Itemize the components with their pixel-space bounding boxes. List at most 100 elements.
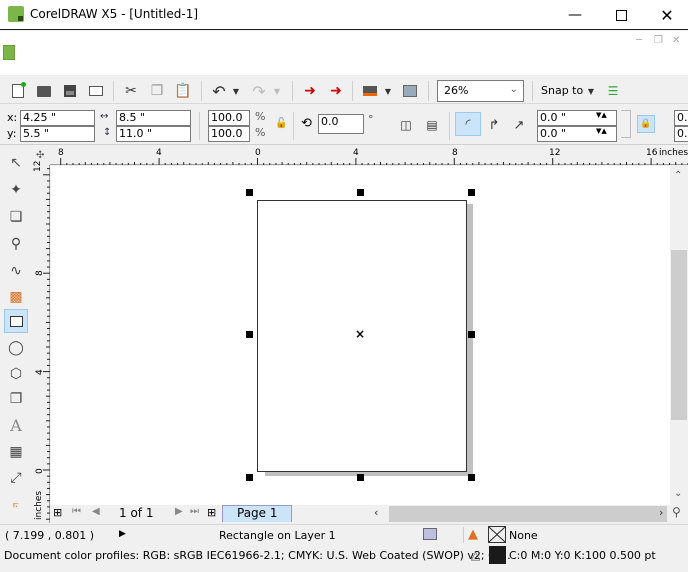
status-expand-button[interactable]: ▶ xyxy=(119,529,126,539)
cut-button[interactable]: ✂ xyxy=(120,80,142,102)
maximize-icon xyxy=(615,9,627,21)
open-button[interactable] xyxy=(33,80,55,102)
zoom-navigator-icon: ⚲ xyxy=(672,505,681,519)
selection-handle-bottom-center[interactable] xyxy=(357,474,364,481)
selection-handle-bottom-left[interactable] xyxy=(246,474,253,481)
add-page-after-button[interactable]: ⊞ xyxy=(207,506,216,519)
ruler-h-tick-label: 12 xyxy=(549,148,561,158)
ruler-h-tick-label: 4 xyxy=(353,148,359,158)
ruler-h-tick-label: 4 xyxy=(156,148,162,158)
rectangle-tool[interactable] xyxy=(4,309,28,333)
close-button[interactable]: ✕ xyxy=(644,0,688,30)
add-page-before-button[interactable]: ⊞ xyxy=(53,506,62,519)
y-position-input[interactable]: 5.5 " xyxy=(20,126,95,142)
corner-radius-bottom-right-input[interactable]: 0. xyxy=(674,126,688,142)
mirror-vertical-icon: ▤ xyxy=(426,118,438,132)
selection-handle-middle-right[interactable] xyxy=(468,331,475,338)
scroll-up-icon[interactable]: ⌃ xyxy=(674,170,682,181)
horizontal-scroll-thumb[interactable] xyxy=(389,506,667,522)
redo-button[interactable]: ↷ xyxy=(248,80,270,102)
snap-to-button[interactable]: Snap to xyxy=(541,84,583,97)
rotation-input[interactable]: 0.0 xyxy=(318,114,364,134)
new-document-button[interactable] xyxy=(7,80,29,102)
zoom-tool[interactable]: ⚲ xyxy=(4,232,28,256)
doc-minimize-button[interactable]: ─ xyxy=(636,35,642,46)
scale-y-input[interactable]: 100.0 xyxy=(208,126,250,142)
mirror-vertical-button[interactable]: ▤ xyxy=(421,114,443,136)
round-corner-button[interactable]: ◜ xyxy=(455,112,481,136)
options-button[interactable]: ☰ xyxy=(602,80,624,102)
application-launcher-button[interactable] xyxy=(359,80,381,102)
spinner-down-icon[interactable]: ▼▲ xyxy=(596,111,607,119)
table-tool[interactable]: ▦ xyxy=(4,440,28,464)
scalloped-corner-button[interactable]: ↱ xyxy=(483,114,505,136)
maximize-button[interactable] xyxy=(598,0,644,30)
outline-swatch[interactable] xyxy=(489,546,506,564)
drawing-canvas[interactable]: × xyxy=(51,166,670,505)
page-tab[interactable]: Page 1 xyxy=(222,505,292,522)
undo-button[interactable]: ↶ xyxy=(208,80,230,102)
lock-corners-button[interactable]: 🔒 xyxy=(637,115,655,133)
last-page-button[interactable]: ⏭ xyxy=(190,506,199,517)
chamfered-corner-button[interactable]: ↗ xyxy=(508,114,530,136)
doc-restore-button[interactable]: ❐ xyxy=(654,35,663,46)
welcome-screen-button[interactable] xyxy=(399,80,421,102)
color-proof-button[interactable] xyxy=(423,528,437,540)
dimension-tool[interactable]: ⤢ xyxy=(4,466,28,490)
ellipse-tool[interactable]: ◯ xyxy=(4,336,28,360)
text-tool[interactable]: A xyxy=(4,413,28,437)
scroll-right-icon[interactable]: › xyxy=(659,506,663,519)
height-input[interactable]: 11.0 " xyxy=(116,126,191,142)
selection-handle-top-right[interactable] xyxy=(468,189,475,196)
round-corner-icon: ◜ xyxy=(465,116,471,132)
shape-tool[interactable]: ✦ xyxy=(4,178,28,202)
selection-handle-top-left[interactable] xyxy=(246,189,253,196)
selection-handle-middle-left[interactable] xyxy=(246,331,253,338)
previous-page-button[interactable]: ◀ xyxy=(92,506,100,517)
pick-tool[interactable]: ↖ xyxy=(4,151,28,175)
paste-button[interactable]: 📋 xyxy=(172,80,194,102)
snap-to-dropdown[interactable]: ▼ xyxy=(584,80,598,102)
outline-pen-icon: △ xyxy=(471,548,481,562)
application-launcher-dropdown[interactable]: ▼ xyxy=(381,80,395,102)
save-button[interactable] xyxy=(59,80,81,102)
smart-fill-tool[interactable]: ▩ xyxy=(4,285,28,309)
scroll-down-icon[interactable]: ⌄ xyxy=(674,488,682,499)
scale-x-input[interactable]: 100.0 xyxy=(208,110,250,126)
zoom-navigator-button[interactable]: ⚲ xyxy=(672,505,681,519)
color-profiles-info[interactable]: Document color profiles: RGB: sRGB IEC61… xyxy=(4,549,511,562)
first-page-button[interactable]: ⏮ xyxy=(72,506,81,517)
ruler-v-tick-text: 8 xyxy=(35,270,45,276)
selection-handle-top-center[interactable] xyxy=(357,189,364,196)
import-button[interactable]: ➜ xyxy=(299,80,321,102)
ruler-h-tick-label: 8 xyxy=(58,148,64,158)
fill-swatch[interactable] xyxy=(488,526,506,543)
freehand-tool[interactable]: ∿ xyxy=(4,259,28,283)
basic-shapes-tool[interactable]: ❐ xyxy=(4,387,28,411)
horizontal-ruler[interactable] xyxy=(50,147,688,165)
crop-tool[interactable]: ❏ xyxy=(4,205,28,229)
polygon-tool[interactable]: ⬡ xyxy=(4,362,28,386)
minimize-button[interactable]: — xyxy=(552,0,598,30)
pointer-icon: ↖ xyxy=(10,155,22,171)
document-icon[interactable] xyxy=(3,45,15,60)
x-position-input[interactable]: 4.25 " xyxy=(20,110,95,126)
export-button[interactable]: ➜ xyxy=(325,80,347,102)
selection-handle-bottom-right[interactable] xyxy=(468,474,475,481)
copy-button[interactable]: ❐ xyxy=(146,80,168,102)
mirror-horizontal-button[interactable]: ◫ xyxy=(395,114,417,136)
spinner-up-icon[interactable]: ▼▲ xyxy=(596,127,607,135)
print-button[interactable] xyxy=(85,80,107,102)
next-page-button[interactable]: ▶ xyxy=(175,506,183,517)
add-page-icon: ⊞ xyxy=(207,506,217,519)
undo-dropdown[interactable]: ▼ xyxy=(229,80,243,102)
lock-ratio-button[interactable]: 🔓 xyxy=(275,118,287,129)
vertical-scroll-thumb[interactable] xyxy=(671,250,687,420)
connector-tool[interactable]: ⟔ xyxy=(4,492,28,516)
doc-close-button[interactable]: ✕ xyxy=(672,35,680,46)
width-input[interactable]: 8.5 " xyxy=(116,110,191,126)
redo-dropdown[interactable]: ▼ xyxy=(270,80,284,102)
zoom-level-select[interactable]: 26% ⌄ xyxy=(437,80,524,102)
corner-radius-top-right-input[interactable]: 0. xyxy=(674,110,688,126)
scroll-left-icon[interactable]: ‹ xyxy=(374,506,378,519)
